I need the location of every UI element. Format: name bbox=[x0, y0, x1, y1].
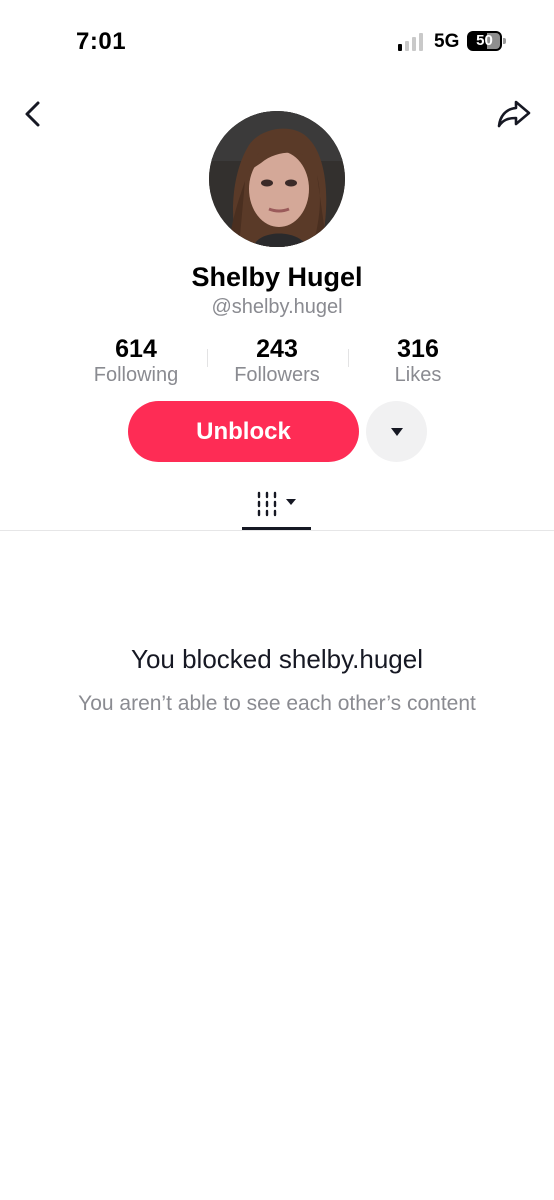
stat-value: 614 bbox=[115, 335, 157, 363]
caret-down-icon bbox=[390, 427, 403, 436]
blocked-subtitle: You aren’t able to see each other’s cont… bbox=[78, 692, 476, 715]
chevron-left-icon bbox=[25, 101, 40, 127]
grid-filter-icon bbox=[257, 491, 296, 517]
stat-value: 316 bbox=[397, 335, 439, 363]
display-name: Shelby Hugel bbox=[191, 262, 363, 292]
status-time: 7:01 bbox=[76, 28, 127, 55]
stat-followers[interactable]: 243 Followers bbox=[207, 335, 347, 387]
stat-label: Followers bbox=[234, 364, 320, 386]
share-arrow-icon bbox=[497, 100, 531, 128]
more-options-button[interactable] bbox=[366, 401, 427, 462]
stat-label: Following bbox=[93, 364, 179, 386]
cellular-signal-icon bbox=[398, 33, 426, 51]
avatar[interactable] bbox=[209, 111, 345, 247]
profile-photo bbox=[209, 111, 345, 247]
stat-label: Likes bbox=[394, 364, 442, 386]
blocked-title: You blocked shelby.hugel bbox=[130, 644, 423, 674]
profile-stats: 614 Following 243 Followers 316 Likes bbox=[0, 335, 554, 389]
stat-value: 243 bbox=[256, 335, 298, 363]
share-button[interactable] bbox=[494, 96, 534, 132]
back-button[interactable] bbox=[18, 98, 48, 130]
battery-icon: 50 bbox=[467, 31, 506, 51]
network-type: 5G bbox=[434, 31, 460, 52]
username: @shelby.hugel bbox=[211, 296, 343, 318]
divider bbox=[0, 530, 554, 531]
tab-videos[interactable] bbox=[242, 485, 311, 531]
status-bar: 7:01 5G 50 bbox=[0, 0, 554, 84]
unblock-button[interactable]: Unblock bbox=[128, 401, 359, 462]
stat-likes[interactable]: 316 Likes bbox=[348, 335, 488, 387]
stat-following[interactable]: 614 Following bbox=[66, 335, 206, 387]
battery-level: 50 bbox=[476, 32, 493, 49]
